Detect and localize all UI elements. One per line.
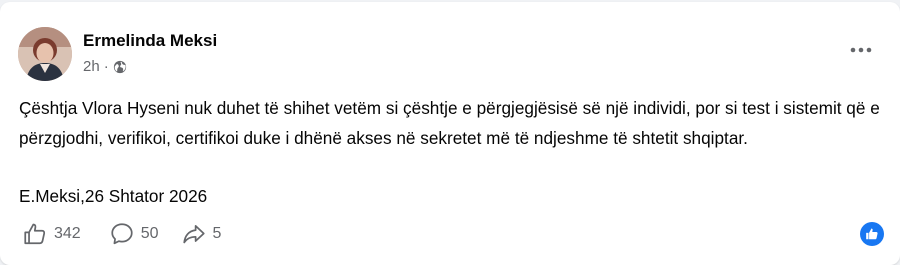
meta-separator: · [103, 58, 109, 75]
thumbs-up-icon [866, 228, 878, 240]
post-timestamp[interactable]: 2h [83, 58, 100, 75]
share-count: 5 [212, 225, 222, 242]
like-reaction-badge[interactable] [860, 222, 884, 246]
like-button[interactable]: 342 [22, 221, 81, 247]
comment-button[interactable]: 50 [109, 221, 159, 247]
more-dots-icon [850, 47, 872, 53]
author-avatar[interactable] [18, 27, 72, 81]
more-options-button[interactable] [848, 40, 874, 60]
post-body-text: Çështja Vlora Hyseni nuk duhet të shihet… [19, 98, 880, 148]
post-card: Ermelinda Meksi 2h · Çështja Vlora Hysen… [0, 2, 900, 265]
avatar-image [18, 27, 72, 81]
thumbs-up-icon [24, 223, 46, 245]
share-button[interactable]: 5 [181, 221, 222, 247]
post-actions-bar: 342 50 5 [22, 220, 221, 248]
post-meta: 2h · [83, 58, 127, 75]
author-name[interactable]: Ermelinda Meksi [83, 31, 217, 51]
post-signature: E.Meksi,26 Shtator 2026 [19, 186, 208, 206]
comment-count: 50 [140, 225, 159, 242]
like-count: 342 [54, 225, 81, 242]
share-arrow-icon [182, 225, 205, 244]
globe-icon [113, 60, 127, 74]
comment-bubble-icon [111, 223, 133, 245]
